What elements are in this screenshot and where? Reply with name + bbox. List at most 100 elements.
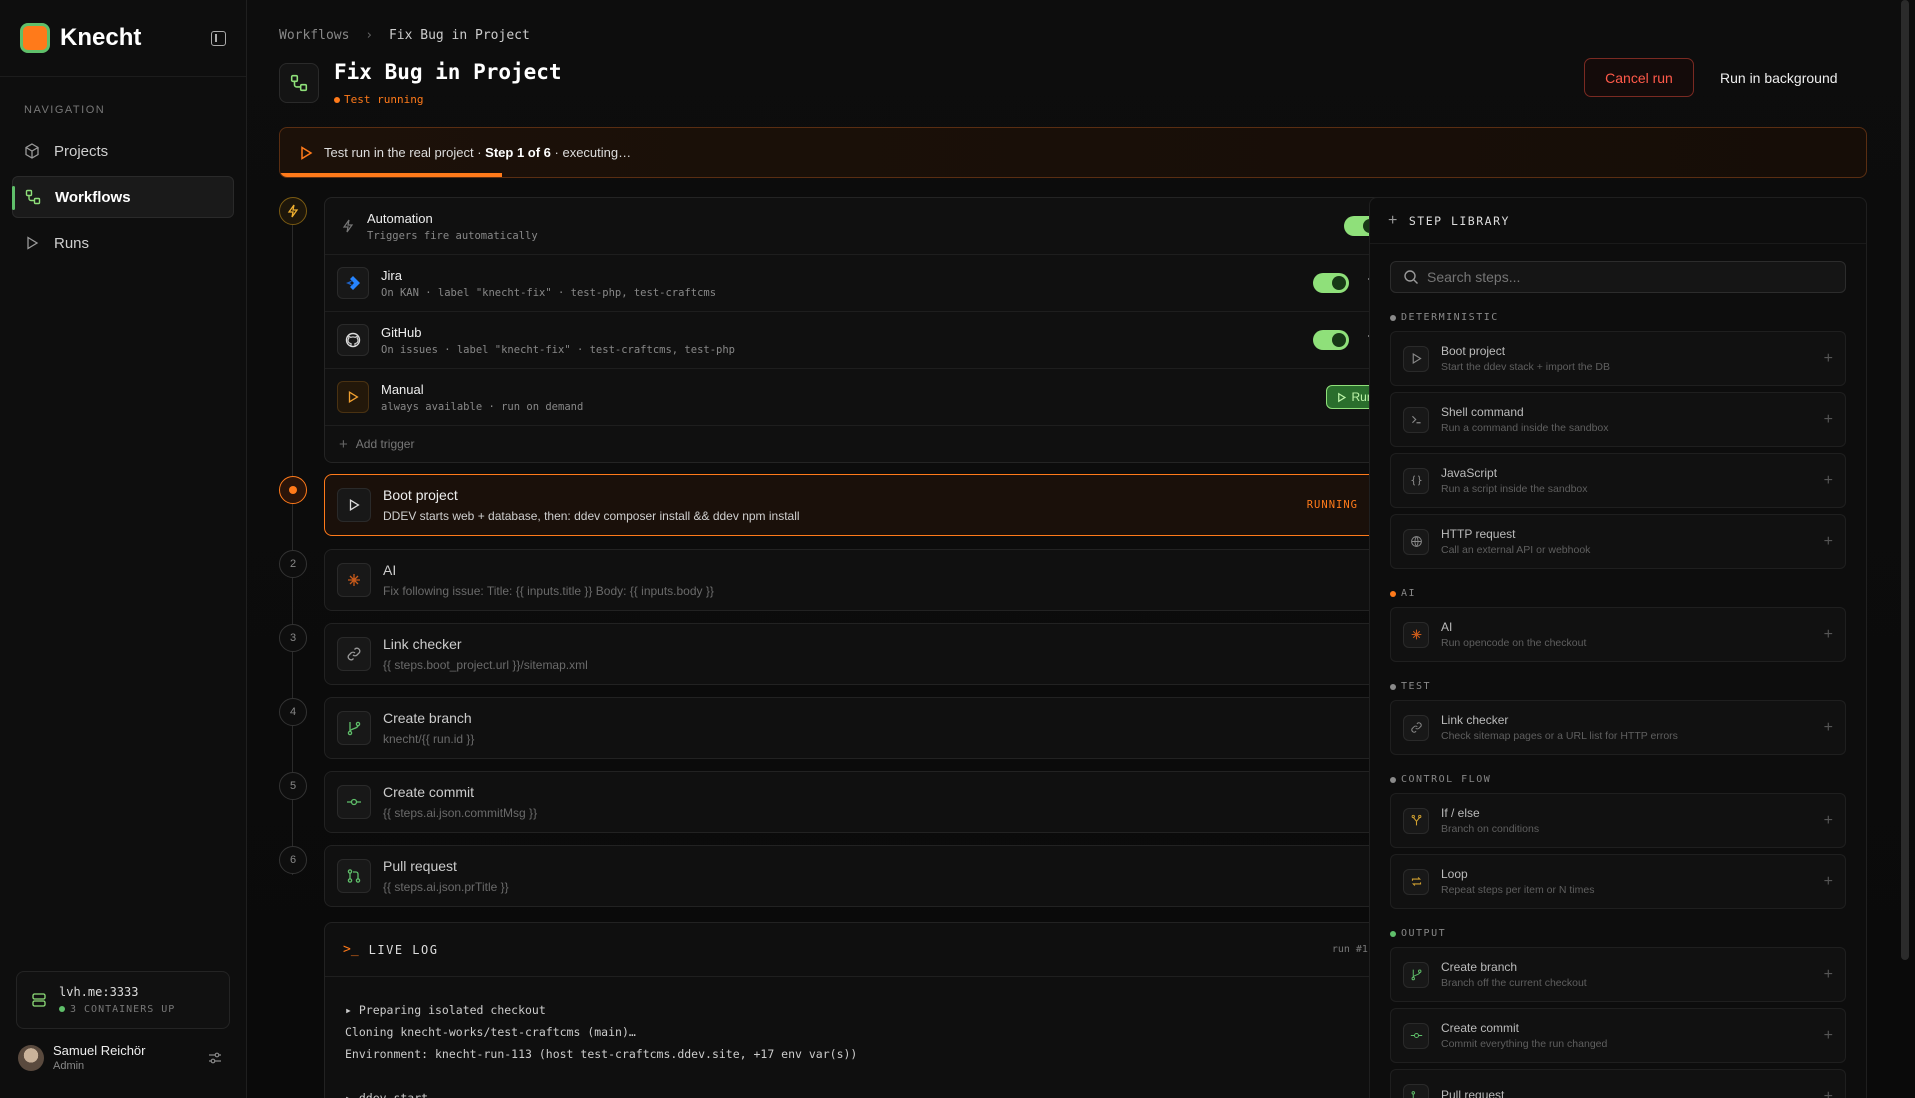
add-step-icon[interactable]: + — [1824, 1088, 1833, 1098]
user-profile[interactable]: Samuel Reichör Admin — [18, 1043, 230, 1072]
github-icon — [337, 324, 369, 356]
step-link-checker[interactable]: Link checker {{ steps.boot_project.url }}… — [324, 623, 1397, 685]
library-category-test: TEST — [1390, 681, 1866, 692]
cancel-run-button[interactable]: Cancel run — [1584, 58, 1694, 97]
library-item-desc: Branch off the current checkout — [1441, 977, 1587, 989]
javascript-icon — [1403, 467, 1429, 494]
library-item-desc: Run a command inside the sandbox — [1441, 422, 1609, 434]
sidebar-item-runs[interactable]: Runs — [12, 222, 234, 264]
library-item-desc: Call an external API or webhook — [1441, 544, 1591, 556]
trigger-manual: Manual always available · run on demand … — [325, 369, 1396, 426]
step-library-title: STEP LIBRARY — [1408, 213, 1510, 228]
library-item-name: JavaScript — [1441, 466, 1498, 480]
step-number: 4 — [279, 698, 307, 726]
library-item-name: Pull request — [1441, 1088, 1505, 1098]
step-search[interactable] — [1390, 261, 1846, 293]
github-toggle[interactable] — [1313, 330, 1349, 350]
trigger-desc: always available · run on demand — [381, 400, 584, 413]
log-output: ▸ Preparing isolated checkout Cloning kn… — [325, 977, 1396, 1098]
log-line: ▸ ddev start — [345, 1091, 429, 1098]
settings-sliders-icon[interactable] — [208, 1051, 222, 1065]
trigger-desc: On KAN · label "knecht-fix" · test-php, … — [381, 286, 717, 299]
add-step-icon[interactable]: + — [1824, 350, 1833, 368]
step-create-commit[interactable]: Create commit {{ steps.ai.json.commitMsg … — [324, 771, 1397, 833]
category-dot-icon — [1390, 590, 1396, 597]
add-step-icon[interactable]: + — [1824, 411, 1833, 429]
library-item-javascript[interactable]: JavaScript Run a script inside the sandb… — [1390, 453, 1846, 508]
add-step-icon[interactable]: + — [1824, 873, 1833, 891]
step-create-branch[interactable]: Create branch knecht/{{ run.id }} — [324, 697, 1397, 759]
library-item-desc: Commit everything the run changed — [1441, 1038, 1608, 1050]
step-number: 2 — [279, 550, 307, 578]
library-item-name: AI — [1441, 620, 1453, 634]
library-categories: DETERMINISTIC Boot project Start the dde… — [1370, 312, 1866, 1098]
trigger-jira: Jira On KAN · label "knecht-fix" · test-… — [325, 255, 1396, 312]
page-scrollbar[interactable] — [1901, 0, 1909, 960]
bolt-icon — [342, 219, 354, 233]
breadcrumb-workflows[interactable]: Workflows — [279, 28, 349, 43]
jira-toggle[interactable] — [1313, 273, 1349, 293]
trigger-name: Jira — [381, 267, 402, 283]
user-role: Admin — [53, 1060, 85, 1072]
step-name: AI — [383, 562, 397, 578]
step-library-panel: + STEP LIBRARY DETERMINISTIC Boot projec… — [1369, 197, 1867, 1098]
cube-icon — [25, 143, 39, 159]
library-item-shell-command[interactable]: Shell command Run a command inside the s… — [1390, 392, 1846, 447]
category-dot-icon — [1390, 314, 1396, 321]
search-input[interactable] — [1427, 269, 1807, 285]
library-item-name: Create branch — [1441, 960, 1518, 974]
play-icon — [337, 488, 371, 522]
sidebar-collapse-icon[interactable] — [211, 30, 226, 46]
category-dot-icon — [1390, 683, 1396, 690]
jira-icon — [337, 267, 369, 299]
brand: Knecht — [0, 0, 246, 77]
log-line: Environment: knecht-run-113 (host test-c… — [345, 1047, 858, 1061]
sidebar-item-workflows[interactable]: Workflows — [12, 176, 234, 218]
sidebar-item-label: Workflows — [55, 188, 131, 206]
library-item-if-else[interactable]: If / else Branch on conditions + — [1390, 793, 1846, 848]
library-item-boot-project[interactable]: Boot project Start the ddev stack + impo… — [1390, 331, 1846, 386]
server-host: lvh.me:3333 — [59, 985, 139, 999]
add-step-icon[interactable]: + — [1824, 626, 1833, 644]
step-pull-request[interactable]: Pull request {{ steps.ai.json.prTitle }} — [324, 845, 1397, 907]
http-request-icon — [1403, 528, 1429, 555]
main-content: Workflows › Fix Bug in Project Fix Bug i… — [247, 0, 1915, 1098]
if-else-icon — [1403, 807, 1429, 834]
library-item-create-branch[interactable]: Create branch Branch off the current che… — [1390, 947, 1846, 1002]
step-desc: Fix following issue: Title: {{ inputs.ti… — [383, 584, 714, 598]
add-trigger-button[interactable]: + Add trigger — [325, 426, 1396, 462]
add-step-icon[interactable]: + — [1824, 966, 1833, 984]
trigger-name: GitHub — [381, 324, 422, 340]
user-name: Samuel Reichör — [53, 1043, 146, 1058]
pull-request-icon — [1403, 1083, 1429, 1098]
step-ai[interactable]: AI Fix following issue: Title: {{ inputs.… — [324, 549, 1397, 611]
create-commit-icon — [1403, 1022, 1429, 1049]
app-name: Knecht — [60, 24, 142, 51]
add-step-icon[interactable]: + — [1824, 719, 1833, 737]
step-boot-project[interactable]: Boot project DDEV starts web + database, … — [324, 474, 1397, 536]
automation-panel: Automation Triggers fire automatically J… — [324, 197, 1397, 463]
add-step-icon[interactable]: + — [1824, 472, 1833, 490]
server-status[interactable]: lvh.me:3333 3 CONTAINERS UP — [16, 971, 230, 1029]
library-item-name: HTTP request — [1441, 527, 1516, 541]
plus-icon: + — [339, 435, 348, 453]
run-in-background-button[interactable]: Run in background — [1720, 58, 1838, 97]
library-item-http-request[interactable]: HTTP request Call an external API or web… — [1390, 514, 1846, 569]
play-icon — [337, 381, 369, 413]
library-item-ai[interactable]: AI Run opencode on the checkout + — [1390, 607, 1846, 662]
add-step-icon[interactable]: + — [1824, 533, 1833, 551]
add-step-icon[interactable]: + — [1824, 1027, 1833, 1045]
library-item-name: Create commit — [1441, 1021, 1520, 1035]
library-item-loop[interactable]: Loop Repeat steps per item or N times + — [1390, 854, 1846, 909]
sidebar-item-label: Runs — [54, 234, 90, 252]
library-item-pull-request[interactable]: Pull request + — [1390, 1069, 1846, 1098]
sidebar-item-projects[interactable]: Projects — [12, 130, 234, 172]
add-step-icon[interactable]: + — [1824, 812, 1833, 830]
library-item-link-checker[interactable]: Link checker Check sitemap pages or a UR… — [1390, 700, 1846, 755]
create-branch-icon — [1403, 961, 1429, 988]
live-log-panel: >_ LIVE LOG run #113 ▸ Preparing isolate… — [324, 922, 1397, 1098]
library-item-create-commit[interactable]: Create commit Commit everything the run … — [1390, 1008, 1846, 1063]
library-item-name: Shell command — [1441, 405, 1524, 419]
step-name: Create commit — [383, 784, 475, 800]
